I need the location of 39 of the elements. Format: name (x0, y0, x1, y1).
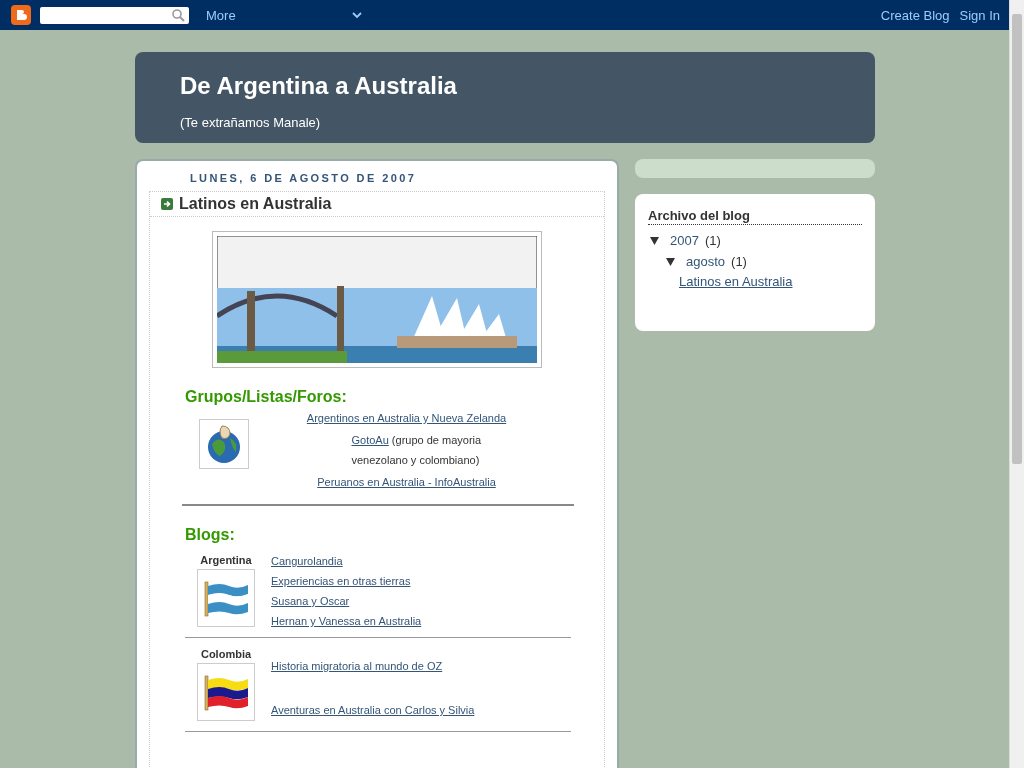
group-link[interactable]: Argentinos en Australia y Nueva Zelanda (306, 412, 507, 424)
flag-icon (197, 663, 255, 721)
post-count: (1) (731, 253, 747, 271)
section-heading: Grupos/Listas/Foros: (185, 388, 348, 406)
blog-link[interactable]: Cangurolandia (271, 555, 422, 567)
flag-icon (197, 569, 255, 627)
group-link[interactable]: Peruanos en Australia - InfoAustralia (317, 476, 496, 488)
blog-description: (Te extrañamos Manale) (180, 115, 322, 130)
search-icon (172, 8, 185, 22)
scrollbar-thumb[interactable] (1012, 14, 1022, 464)
triangle-down-icon[interactable] (650, 236, 659, 245)
blog-link[interactable]: Hernan y Vanessa en Australia (271, 615, 422, 627)
triangle-down-icon[interactable] (666, 257, 675, 266)
group-link[interactable]: GotoAu (351, 434, 389, 446)
blog-link[interactable]: Aventuras en Australia con Carlos y Silvia (271, 704, 475, 716)
chevron-down-icon[interactable] (351, 11, 362, 19)
group-description: GotoAu (grupo de mayoria venezolano y colombiano) (351, 433, 483, 468)
blog-link[interactable]: Historia migratoria al mundo de OZ (271, 660, 475, 672)
arrow-right-icon (161, 198, 173, 210)
post-title[interactable]: Latinos en Australia (179, 195, 332, 213)
search-field[interactable] (40, 6, 189, 24)
nav-link[interactable]: Sign In (959, 7, 1000, 23)
more-menu[interactable]: More (206, 7, 236, 23)
archive-year-link[interactable]: 2007 (670, 230, 699, 251)
archive-post-link[interactable]: Latinos en Australia (679, 274, 793, 289)
post-count: (1) (704, 232, 721, 250)
section-heading: Blogs: (185, 526, 236, 544)
globe-icon (199, 419, 249, 469)
widget-title: Archivo del blog (648, 208, 862, 225)
blog-link[interactable]: Experiencias en otras tierras (271, 575, 422, 587)
scrollbar[interactable] (1009, 0, 1024, 768)
country-name: Colombia (200, 648, 252, 660)
nav-link[interactable]: Create Blog (880, 7, 950, 23)
post-date: LUNES, 6 DE AGOSTO DE 2007 (149, 161, 605, 192)
blog-title[interactable]: De Argentina a Australia (180, 72, 830, 100)
blog-link[interactable]: Susana y Oscar (271, 595, 422, 607)
archive-month-link[interactable]: agosto (686, 251, 726, 272)
country-name: Argentina (200, 554, 252, 566)
blogger-logo-icon[interactable] (11, 5, 31, 25)
